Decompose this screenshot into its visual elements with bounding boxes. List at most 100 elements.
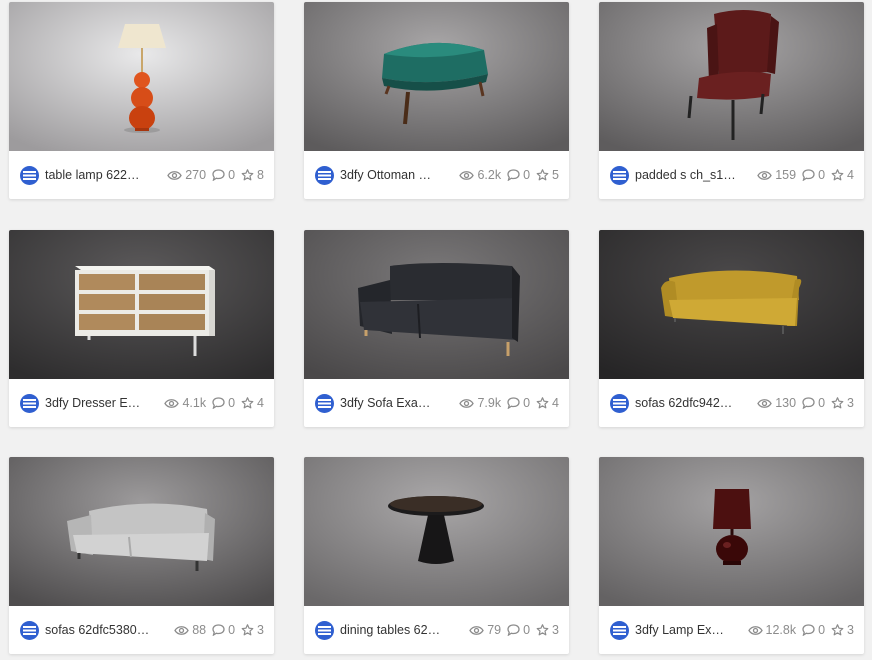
comment-count: 0 <box>802 623 825 637</box>
model-title[interactable]: table lamp 622… <box>45 168 155 182</box>
like-count[interactable]: 4 <box>831 168 854 182</box>
comment-count-value: 0 <box>228 396 236 410</box>
view-count: 159 <box>757 168 796 182</box>
comment-count-value: 0 <box>228 623 236 637</box>
like-count[interactable]: 4 <box>241 396 264 410</box>
like-count[interactable]: 5 <box>536 168 559 182</box>
model-thumbnail[interactable] <box>599 2 864 151</box>
view-count: 88 <box>174 623 206 637</box>
like-count-value: 3 <box>257 623 264 637</box>
model-thumbnail[interactable] <box>304 457 569 606</box>
star-icon[interactable] <box>831 624 844 636</box>
3dfy-logo-icon[interactable] <box>20 620 39 640</box>
3dfy-logo-icon[interactable] <box>315 620 334 640</box>
view-count-value: 79 <box>487 623 502 637</box>
eye-icon <box>167 170 182 180</box>
model-title[interactable]: dining tables 62… <box>340 623 457 637</box>
star-icon[interactable] <box>831 169 844 181</box>
model-card[interactable]: 3dfy Sofa Exa… 7.9k 0 4 <box>304 230 569 427</box>
star-icon[interactable] <box>536 169 549 181</box>
like-count-value: 3 <box>847 396 854 410</box>
like-count-value: 5 <box>552 168 559 182</box>
comment-icon <box>802 169 815 181</box>
comment-icon <box>212 397 225 409</box>
eye-icon <box>459 170 475 180</box>
comment-icon <box>802 624 815 636</box>
like-count[interactable]: 3 <box>241 623 264 637</box>
3dfy-logo-icon[interactable] <box>610 165 629 185</box>
like-count[interactable]: 3 <box>831 623 854 637</box>
comment-icon <box>507 624 520 636</box>
model-card[interactable]: sofas 62dfc942… 130 0 3 <box>599 230 864 427</box>
3dfy-logo-icon[interactable] <box>20 393 39 413</box>
view-count-value: 88 <box>192 623 207 637</box>
model-thumbnail[interactable] <box>9 457 274 606</box>
like-count-value: 4 <box>847 168 854 182</box>
view-count-value: 6.2k <box>477 168 502 182</box>
comment-icon <box>507 397 520 409</box>
star-icon[interactable] <box>536 624 549 636</box>
comment-icon <box>212 624 225 636</box>
model-title[interactable]: 3dfy Sofa Exa… <box>340 396 447 410</box>
like-count[interactable]: 4 <box>536 396 559 410</box>
star-icon[interactable] <box>241 397 254 409</box>
comment-count-value: 0 <box>818 168 826 182</box>
star-icon[interactable] <box>831 397 844 409</box>
model-thumbnail[interactable] <box>304 2 569 151</box>
star-icon[interactable] <box>536 397 549 409</box>
like-count[interactable]: 8 <box>241 168 264 182</box>
comment-count-value: 0 <box>523 168 531 182</box>
view-count-value: 7.9k <box>477 396 502 410</box>
model-title[interactable]: 3dfy Lamp Ex… <box>635 623 736 637</box>
eye-icon <box>747 625 763 635</box>
model-card[interactable]: padded s ch_s1… 159 0 4 <box>599 2 864 199</box>
model-title[interactable]: sofas 62dfc942… <box>635 396 745 410</box>
3dfy-logo-icon[interactable] <box>610 393 629 413</box>
view-count: 270 <box>167 168 206 182</box>
3dfy-logo-icon[interactable] <box>20 165 39 185</box>
model-title[interactable]: padded s ch_s1… <box>635 168 745 182</box>
comment-count: 0 <box>802 396 825 410</box>
comment-count-value: 0 <box>523 623 531 637</box>
comment-count: 0 <box>212 396 235 410</box>
model-card[interactable]: dining tables 62… 79 0 3 <box>304 457 569 654</box>
like-count[interactable]: 3 <box>536 623 559 637</box>
model-card[interactable]: table lamp 622… 270 0 8 <box>9 2 274 199</box>
model-thumbnail[interactable] <box>9 2 274 151</box>
comment-icon <box>507 169 520 181</box>
model-thumbnail[interactable] <box>599 457 864 606</box>
model-card[interactable]: 3dfy Lamp Ex… 12.8k 0 3 <box>599 457 864 654</box>
model-thumbnail[interactable] <box>304 230 569 379</box>
3dfy-logo-icon[interactable] <box>315 393 334 413</box>
like-count[interactable]: 3 <box>831 396 854 410</box>
model-thumbnail[interactable] <box>599 230 864 379</box>
3dfy-logo-icon[interactable] <box>315 165 334 185</box>
view-count: 4.1k <box>164 396 206 410</box>
view-count: 6.2k <box>459 168 501 182</box>
model-title[interactable]: 3dfy Dresser E… <box>45 396 152 410</box>
eye-icon <box>757 170 772 180</box>
eye-icon <box>459 398 475 408</box>
comment-count: 0 <box>802 168 825 182</box>
eye-icon <box>469 625 484 635</box>
comment-count-value: 0 <box>818 396 826 410</box>
comment-count: 0 <box>212 168 235 182</box>
model-card[interactable]: 3dfy Dresser E… 4.1k 0 4 <box>9 230 274 427</box>
star-icon[interactable] <box>241 169 254 181</box>
view-count-value: 270 <box>185 168 207 182</box>
model-thumbnail[interactable] <box>9 230 274 379</box>
like-count-value: 4 <box>257 396 264 410</box>
model-card[interactable]: sofas 62dfc5380… 88 0 3 <box>9 457 274 654</box>
star-icon[interactable] <box>241 624 254 636</box>
comment-count: 0 <box>507 396 530 410</box>
model-title[interactable]: 3dfy Ottoman … <box>340 168 447 182</box>
comment-count: 0 <box>507 168 530 182</box>
comment-icon <box>212 169 225 181</box>
3dfy-logo-icon[interactable] <box>610 620 629 640</box>
like-count-value: 3 <box>847 623 854 637</box>
view-count-value: 12.8k <box>765 623 797 637</box>
comment-count: 0 <box>507 623 530 637</box>
model-card[interactable]: 3dfy Ottoman … 6.2k 0 5 <box>304 2 569 199</box>
model-title[interactable]: sofas 62dfc5380… <box>45 623 162 637</box>
view-count: 130 <box>757 396 796 410</box>
